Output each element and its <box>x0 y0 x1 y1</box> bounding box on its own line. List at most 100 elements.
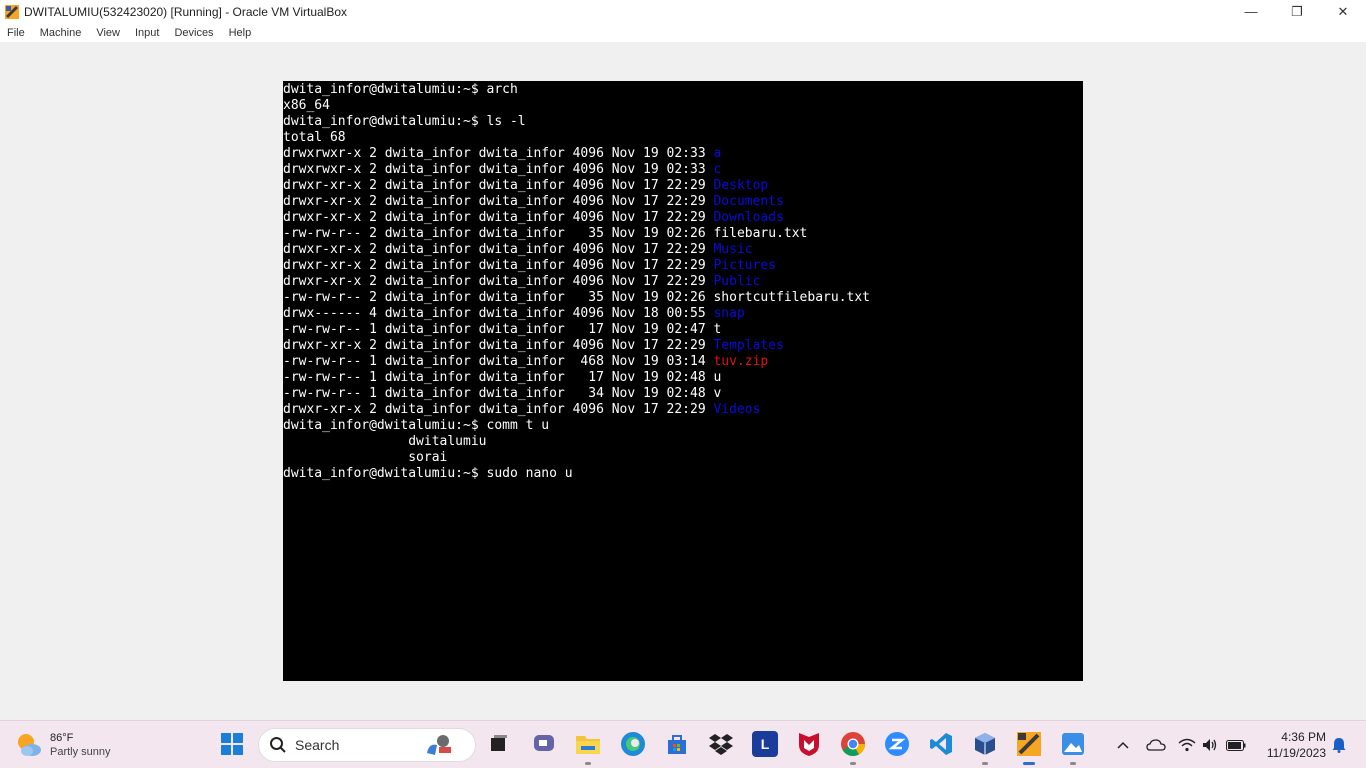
terminal-line-text: x86_64 <box>283 98 330 113</box>
terminal-line: drwxr-xr-x 2 dwita_infor dwita_infor 409… <box>283 210 1083 226</box>
system-clock[interactable]: 4:36 PM 11/19/2023 <box>1258 729 1326 761</box>
terminal-line: -rw-rw-r-- 1 dwita_infor dwita_infor 17 … <box>283 322 1083 338</box>
edge-browser-icon[interactable] <box>620 731 646 757</box>
chrome-browser-icon[interactable] <box>840 731 866 757</box>
search-label: Search <box>295 737 340 753</box>
file-name: tuv.zip <box>713 354 769 369</box>
running-indicator <box>982 762 988 765</box>
dropbox-icon[interactable] <box>708 731 734 757</box>
wifi-icon[interactable] <box>1176 721 1198 768</box>
directory-name: snap <box>713 306 745 321</box>
terminal-line: dwita_infor@dwitalumiu:~$ comm t u <box>283 418 1083 434</box>
file-explorer-icon[interactable] <box>575 731 601 757</box>
terminal-line-text: drwxrwxr-x 2 dwita_infor dwita_infor 409… <box>283 146 714 161</box>
menu-devices[interactable]: Devices <box>174 27 213 39</box>
terminal-line-text: -rw-rw-r-- 1 dwita_infor dwita_infor 34 … <box>283 386 714 401</box>
start-button[interactable] <box>219 731 245 757</box>
terminal-line: total 68 <box>283 130 1083 146</box>
terminal-line: drwxr-xr-x 2 dwita_infor dwita_infor 409… <box>283 242 1083 258</box>
microsoft-store-icon[interactable] <box>664 731 690 757</box>
terminal-line-text: drwxr-xr-x 2 dwita_infor dwita_infor 409… <box>283 338 714 353</box>
terminal-line: drwxr-xr-x 2 dwita_infor dwita_infor 409… <box>283 194 1083 210</box>
chevron-up-icon[interactable] <box>1112 721 1134 768</box>
clock-time: 4:36 PM <box>1281 730 1326 744</box>
directory-name: Desktop <box>713 178 769 193</box>
notification-bell-icon[interactable] <box>1328 721 1350 768</box>
battery-icon[interactable] <box>1224 721 1248 768</box>
terminal-line-text: drwx------ 4 dwita_infor dwita_infor 409… <box>283 306 714 321</box>
terminal-line-text: drwxr-xr-x 2 dwita_infor dwita_infor 409… <box>283 210 714 225</box>
volume-icon[interactable] <box>1200 721 1220 768</box>
terminal-line-text: drwxr-xr-x 2 dwita_infor dwita_infor 409… <box>283 194 714 209</box>
menu-bar: File Machine View Input Devices Help <box>0 23 1366 42</box>
terminal-line: drwxr-xr-x 2 dwita_infor dwita_infor 409… <box>283 338 1083 354</box>
window-title-bar[interactable]: DWITALUMIU(532423020) [Running] - Oracle… <box>0 0 1366 23</box>
running-indicator <box>585 762 591 765</box>
terminal-line-text: -rw-rw-r-- 1 dwita_infor dwita_infor 468… <box>283 354 714 369</box>
search-icon <box>270 737 286 753</box>
photos-app-icon[interactable] <box>1060 731 1086 757</box>
terminal-line: -rw-rw-r-- 1 dwita_infor dwita_infor 34 … <box>283 386 1083 402</box>
virtualbox-manager-icon[interactable] <box>972 731 998 757</box>
minimize-button[interactable]: — <box>1228 0 1274 23</box>
menu-file[interactable]: File <box>7 27 25 39</box>
file-name: shortcutfilebaru.txt <box>713 290 871 305</box>
partly-sunny-icon <box>14 730 44 760</box>
directory-name: Pictures <box>713 258 777 273</box>
terminal-line-text: drwxrwxr-x 2 dwita_infor dwita_infor 409… <box>283 162 714 177</box>
terminal-line: drwxr-xr-x 2 dwita_infor dwita_infor 409… <box>283 178 1083 194</box>
search-highlight-icon <box>427 735 451 755</box>
terminal-line-text: drwxr-xr-x 2 dwita_infor dwita_infor 409… <box>283 178 714 193</box>
file-name: v <box>713 386 722 401</box>
menu-view[interactable]: View <box>96 27 120 39</box>
mcafee-shield-icon[interactable] <box>796 731 822 757</box>
terminal-line-text: total 68 <box>283 130 346 145</box>
directory-name: Documents <box>713 194 784 209</box>
taskbar-search-box[interactable]: Search <box>258 728 476 762</box>
running-indicator <box>850 762 856 765</box>
terminal-line-text: drwxr-xr-x 2 dwita_infor dwita_infor 409… <box>283 402 714 417</box>
terminal-line: dwita_infor@dwitalumiu:~$ ls -l <box>283 114 1083 130</box>
vm-window-taskbar-icon[interactable] <box>1016 731 1042 757</box>
vscode-icon[interactable] <box>928 731 954 757</box>
directory-name: Videos <box>713 402 761 417</box>
terminal-line: drwxrwxr-x 2 dwita_infor dwita_infor 409… <box>283 162 1083 178</box>
terminal-line: drwxr-xr-x 2 dwita_infor dwita_infor 409… <box>283 274 1083 290</box>
file-name: t <box>713 322 722 337</box>
terminal-line-text: -rw-rw-r-- 1 dwita_infor dwita_infor 17 … <box>283 370 714 385</box>
menu-input[interactable]: Input <box>135 27 159 39</box>
directory-name: Templates <box>713 338 784 353</box>
terminal-line: -rw-rw-r-- 1 dwita_infor dwita_infor 468… <box>283 354 1083 370</box>
directory-name: a <box>713 146 722 161</box>
window-title: DWITALUMIU(532423020) [Running] - Oracle… <box>24 4 348 19</box>
vm-terminal-screen[interactable]: dwita_infor@dwitalumiu:~$ arch x86_64 dwit… <box>283 81 1083 681</box>
terminal-line: -rw-rw-r-- 2 dwita_infor dwita_infor 35 … <box>283 226 1083 242</box>
directory-name: c <box>713 162 722 177</box>
weather-widget[interactable]: 86°F Partly sunny <box>14 727 144 763</box>
chat-icon[interactable] <box>531 731 557 757</box>
terminal-line-text: drwxr-xr-x 2 dwita_infor dwita_infor 409… <box>283 258 714 273</box>
terminal-line: drwxr-xr-x 2 dwita_infor dwita_infor 409… <box>283 402 1083 418</box>
terminal-line-text: dwita_infor@dwitalumiu:~$ arch <box>283 82 518 97</box>
menu-machine[interactable]: Machine <box>40 27 82 39</box>
terminal-line-text: -rw-rw-r-- 2 dwita_infor dwita_infor 35 … <box>283 226 714 241</box>
terminal-line-text: dwitalumiu <box>283 434 487 449</box>
weather-description: Partly sunny <box>50 746 111 758</box>
running-indicator <box>1070 762 1076 765</box>
terminal-line-text: sorai <box>283 450 448 465</box>
terminal-line-text: dwita_infor@dwitalumiu:~$ comm t u <box>283 418 550 433</box>
restore-button[interactable]: ❐ <box>1274 0 1320 23</box>
task-view-icon[interactable] <box>486 731 512 757</box>
close-button[interactable]: ✕ <box>1320 0 1366 23</box>
terminal-line: x86_64 <box>283 98 1083 114</box>
terminal-line: -rw-rw-r-- 1 dwita_infor dwita_infor 17 … <box>283 370 1083 386</box>
zoom-icon[interactable] <box>884 731 910 757</box>
l-app-icon[interactable]: L <box>752 731 778 757</box>
weather-temperature: 86°F <box>50 732 74 744</box>
terminal-line-text: dwita_infor@dwitalumiu:~$ ls -l <box>283 114 526 129</box>
terminal-line-text: -rw-rw-r-- 1 dwita_infor dwita_infor 17 … <box>283 322 714 337</box>
onedrive-cloud-icon[interactable] <box>1144 721 1168 768</box>
terminal-line-text: dwita_infor@dwitalumiu:~$ sudo nano u <box>283 466 573 481</box>
menu-help[interactable]: Help <box>229 27 252 39</box>
clock-date: 11/19/2023 <box>1266 746 1326 760</box>
